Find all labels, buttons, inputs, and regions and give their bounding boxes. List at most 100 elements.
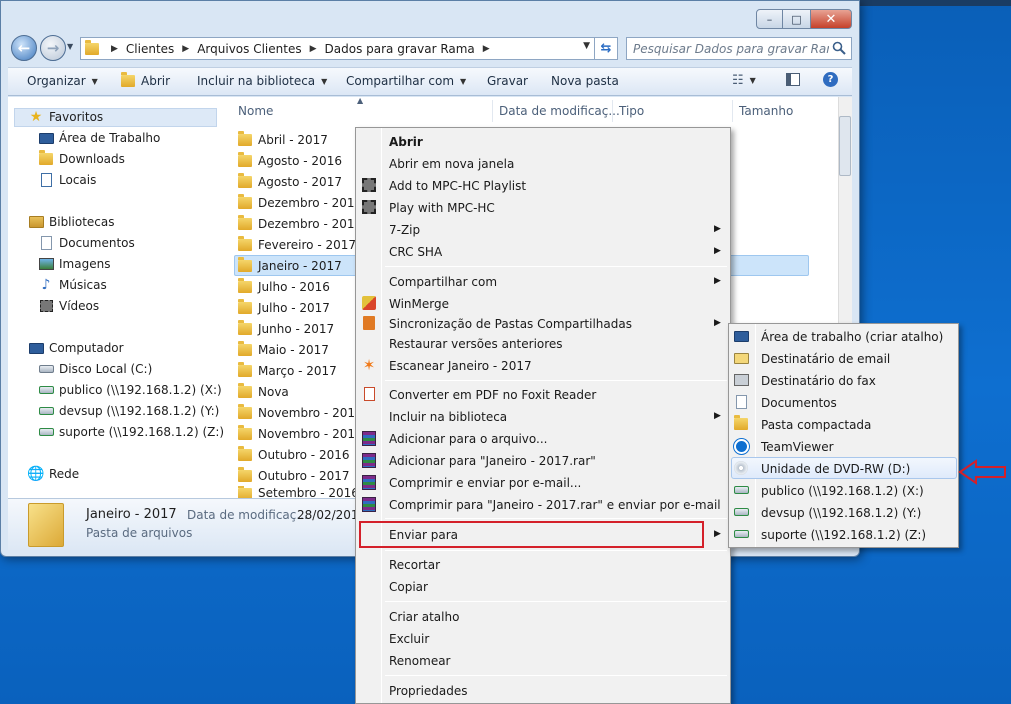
menu-open[interactable]: Abrir [389, 132, 423, 152]
menu-delete[interactable]: Excluir [389, 629, 429, 649]
close-button[interactable]: ✕ [810, 9, 852, 29]
file-row[interactable]: Novembro - 2017 [238, 424, 363, 444]
search-icon[interactable] [832, 41, 846, 55]
sendto-fax-recipient[interactable]: Destinatário do fax [761, 371, 876, 391]
file-row[interactable]: Agosto - 2017 [238, 172, 342, 192]
menu-create-shortcut[interactable]: Criar atalho [389, 607, 459, 627]
new-folder-button[interactable]: Nova pasta [551, 74, 619, 88]
nav-videos[interactable]: Vídeos [38, 298, 99, 314]
sendto-desktop-shortcut[interactable]: Área de trabalho (criar atalho) [761, 327, 943, 347]
column-divider[interactable] [492, 100, 493, 122]
nav-network[interactable]: 🌐 Rede [27, 466, 79, 482]
menu-copy[interactable]: Copiar [389, 577, 428, 597]
sendto-compressed-folder[interactable]: Pasta compactada [761, 415, 871, 435]
nav-devsup[interactable]: devsup (\\192.168.1.2) (Y:) [38, 403, 219, 419]
nav-computer[interactable]: Computador [28, 340, 124, 356]
search-input[interactable] [633, 41, 829, 56]
share-with-button[interactable]: Compartilhar com ▼ [346, 74, 466, 88]
menu-add-mpc-playlist[interactable]: Add to MPC-HC Playlist [389, 176, 526, 196]
nav-favorites[interactable]: ★ Favoritos [28, 109, 103, 125]
refresh-button[interactable]: ⇆ [595, 37, 618, 60]
organize-button[interactable]: Organizar ▼ [27, 74, 98, 88]
chevron-down-icon[interactable]: ▼ [583, 41, 590, 51]
chevron-right-icon[interactable]: ▶ [483, 44, 490, 54]
column-header-type[interactable]: Tipo [619, 104, 644, 118]
file-row[interactable]: Dezembro - 2017 [238, 214, 362, 234]
include-library-button[interactable]: Incluir na biblioteca ▼ [197, 74, 327, 88]
view-options-button[interactable]: ☷ ▼ [732, 73, 756, 88]
column-header-name[interactable]: Nome [238, 104, 273, 118]
nav-places[interactable]: Locais [38, 172, 96, 188]
file-row[interactable]: Maio - 2017 [238, 340, 329, 360]
menu-rename[interactable]: Renomear [389, 651, 451, 671]
file-row[interactable]: Dezembro - 2016 [238, 193, 362, 213]
menu-compress-rar-email[interactable]: Comprimir para "Janeiro - 2017.rar" e en… [389, 495, 721, 515]
file-row[interactable]: Outubro - 2017 [238, 466, 350, 486]
help-button[interactable]: ? [823, 72, 838, 87]
recent-pages-dropdown[interactable]: ▼ [67, 42, 73, 51]
menu-7zip[interactable]: 7-Zip [389, 220, 420, 240]
menu-cut[interactable]: Recortar [389, 555, 440, 575]
nav-music[interactable]: ♪ Músicas [38, 277, 107, 293]
sendto-teamviewer[interactable]: TeamViewer [761, 437, 834, 457]
menu-share-with[interactable]: Compartilhar com [389, 272, 497, 292]
preview-pane-button[interactable] [786, 73, 800, 86]
breadcrumb-item[interactable]: Arquivos Clientes [197, 42, 301, 56]
minimize-button[interactable]: – [756, 9, 783, 29]
column-divider[interactable] [612, 100, 613, 122]
menu-include-library[interactable]: Incluir na biblioteca [389, 407, 507, 427]
menu-crc-sha[interactable]: CRC SHA [389, 242, 442, 262]
maximize-button[interactable]: □ [783, 9, 810, 29]
file-row[interactable]: Junho - 2017 [238, 319, 334, 339]
sendto-dvd-drive[interactable]: Unidade de DVD-RW (D:) [761, 459, 910, 479]
open-button[interactable]: Abrir [121, 72, 170, 88]
file-row[interactable]: Nova [238, 382, 289, 402]
menu-scan[interactable]: Escanear Janeiro - 2017 [389, 356, 532, 376]
forward-button[interactable]: → [40, 35, 66, 61]
menu-add-archive[interactable]: Adicionar para o arquivo... [389, 429, 547, 449]
nav-publico[interactable]: publico (\\192.168.1.2) (X:) [38, 382, 222, 398]
nav-local-disk[interactable]: Disco Local (C:) [38, 361, 152, 377]
chevron-right-icon[interactable]: ▶ [310, 44, 317, 54]
sendto-mail-recipient[interactable]: Destinatário de email [761, 349, 890, 369]
nav-suporte[interactable]: suporte (\\192.168.1.2) (Z:) [38, 424, 224, 440]
file-row-selected[interactable]: Janeiro - 2017 [238, 256, 342, 276]
nav-libraries[interactable]: Bibliotecas [28, 214, 114, 230]
nav-documents[interactable]: Documentos [38, 235, 135, 251]
chevron-right-icon[interactable]: ▶ [111, 44, 118, 54]
file-row[interactable]: Julho - 2016 [238, 277, 330, 297]
menu-compress-email[interactable]: Comprimir e enviar por e-mail... [389, 473, 581, 493]
sendto-suporte[interactable]: suporte (\\192.168.1.2) (Z:) [761, 525, 926, 545]
menu-play-mpc[interactable]: Play with MPC-HC [389, 198, 495, 218]
breadcrumb-item[interactable]: Dados para gravar Rama [325, 42, 475, 56]
scrollbar-thumb[interactable] [839, 116, 851, 176]
file-row[interactable]: Julho - 2017 [238, 298, 330, 318]
column-divider[interactable] [732, 100, 733, 122]
file-row[interactable]: Fevereiro - 2017 [238, 235, 356, 255]
address-bar[interactable]: ▶ Clientes ▶ Arquivos Clientes ▶ Dados p… [80, 37, 595, 60]
menu-properties[interactable]: Propriedades [389, 681, 468, 701]
file-row[interactable]: Abril - 2017 [238, 130, 328, 150]
sendto-publico[interactable]: publico (\\192.168.1.2) (X:) [761, 481, 924, 501]
menu-winmerge[interactable]: WinMerge [389, 294, 449, 314]
sendto-devsup[interactable]: devsup (\\192.168.1.2) (Y:) [761, 503, 921, 523]
menu-add-rar[interactable]: Adicionar para "Janeiro - 2017.rar" [389, 451, 596, 471]
sendto-documents[interactable]: Documentos [761, 393, 837, 413]
column-header-modified[interactable]: Data de modificaç... [499, 104, 620, 118]
file-row[interactable]: Setembro - 2016 [238, 486, 359, 498]
file-row[interactable]: Novembro - 2016 [238, 403, 363, 423]
menu-sync-shared-folders[interactable]: Sincronização de Pastas Compartilhadas [389, 314, 632, 334]
nav-downloads[interactable]: Downloads [38, 150, 125, 167]
file-row[interactable]: Outubro - 2016 [238, 445, 350, 465]
breadcrumb-item[interactable]: Clientes [126, 42, 174, 56]
nav-desktop[interactable]: Área de Trabalho [38, 130, 160, 146]
burn-button[interactable]: Gravar [487, 74, 528, 88]
column-header-size[interactable]: Tamanho [739, 104, 793, 118]
nav-images[interactable]: Imagens [38, 256, 110, 272]
back-button[interactable]: ← [11, 35, 37, 61]
menu-foxit-pdf[interactable]: Converter em PDF no Foxit Reader [389, 385, 596, 405]
chevron-right-icon[interactable]: ▶ [182, 44, 189, 54]
file-row[interactable]: Agosto - 2016 [238, 151, 342, 171]
menu-restore-versions[interactable]: Restaurar versões anteriores [389, 334, 563, 354]
file-row[interactable]: Março - 2017 [238, 361, 337, 381]
